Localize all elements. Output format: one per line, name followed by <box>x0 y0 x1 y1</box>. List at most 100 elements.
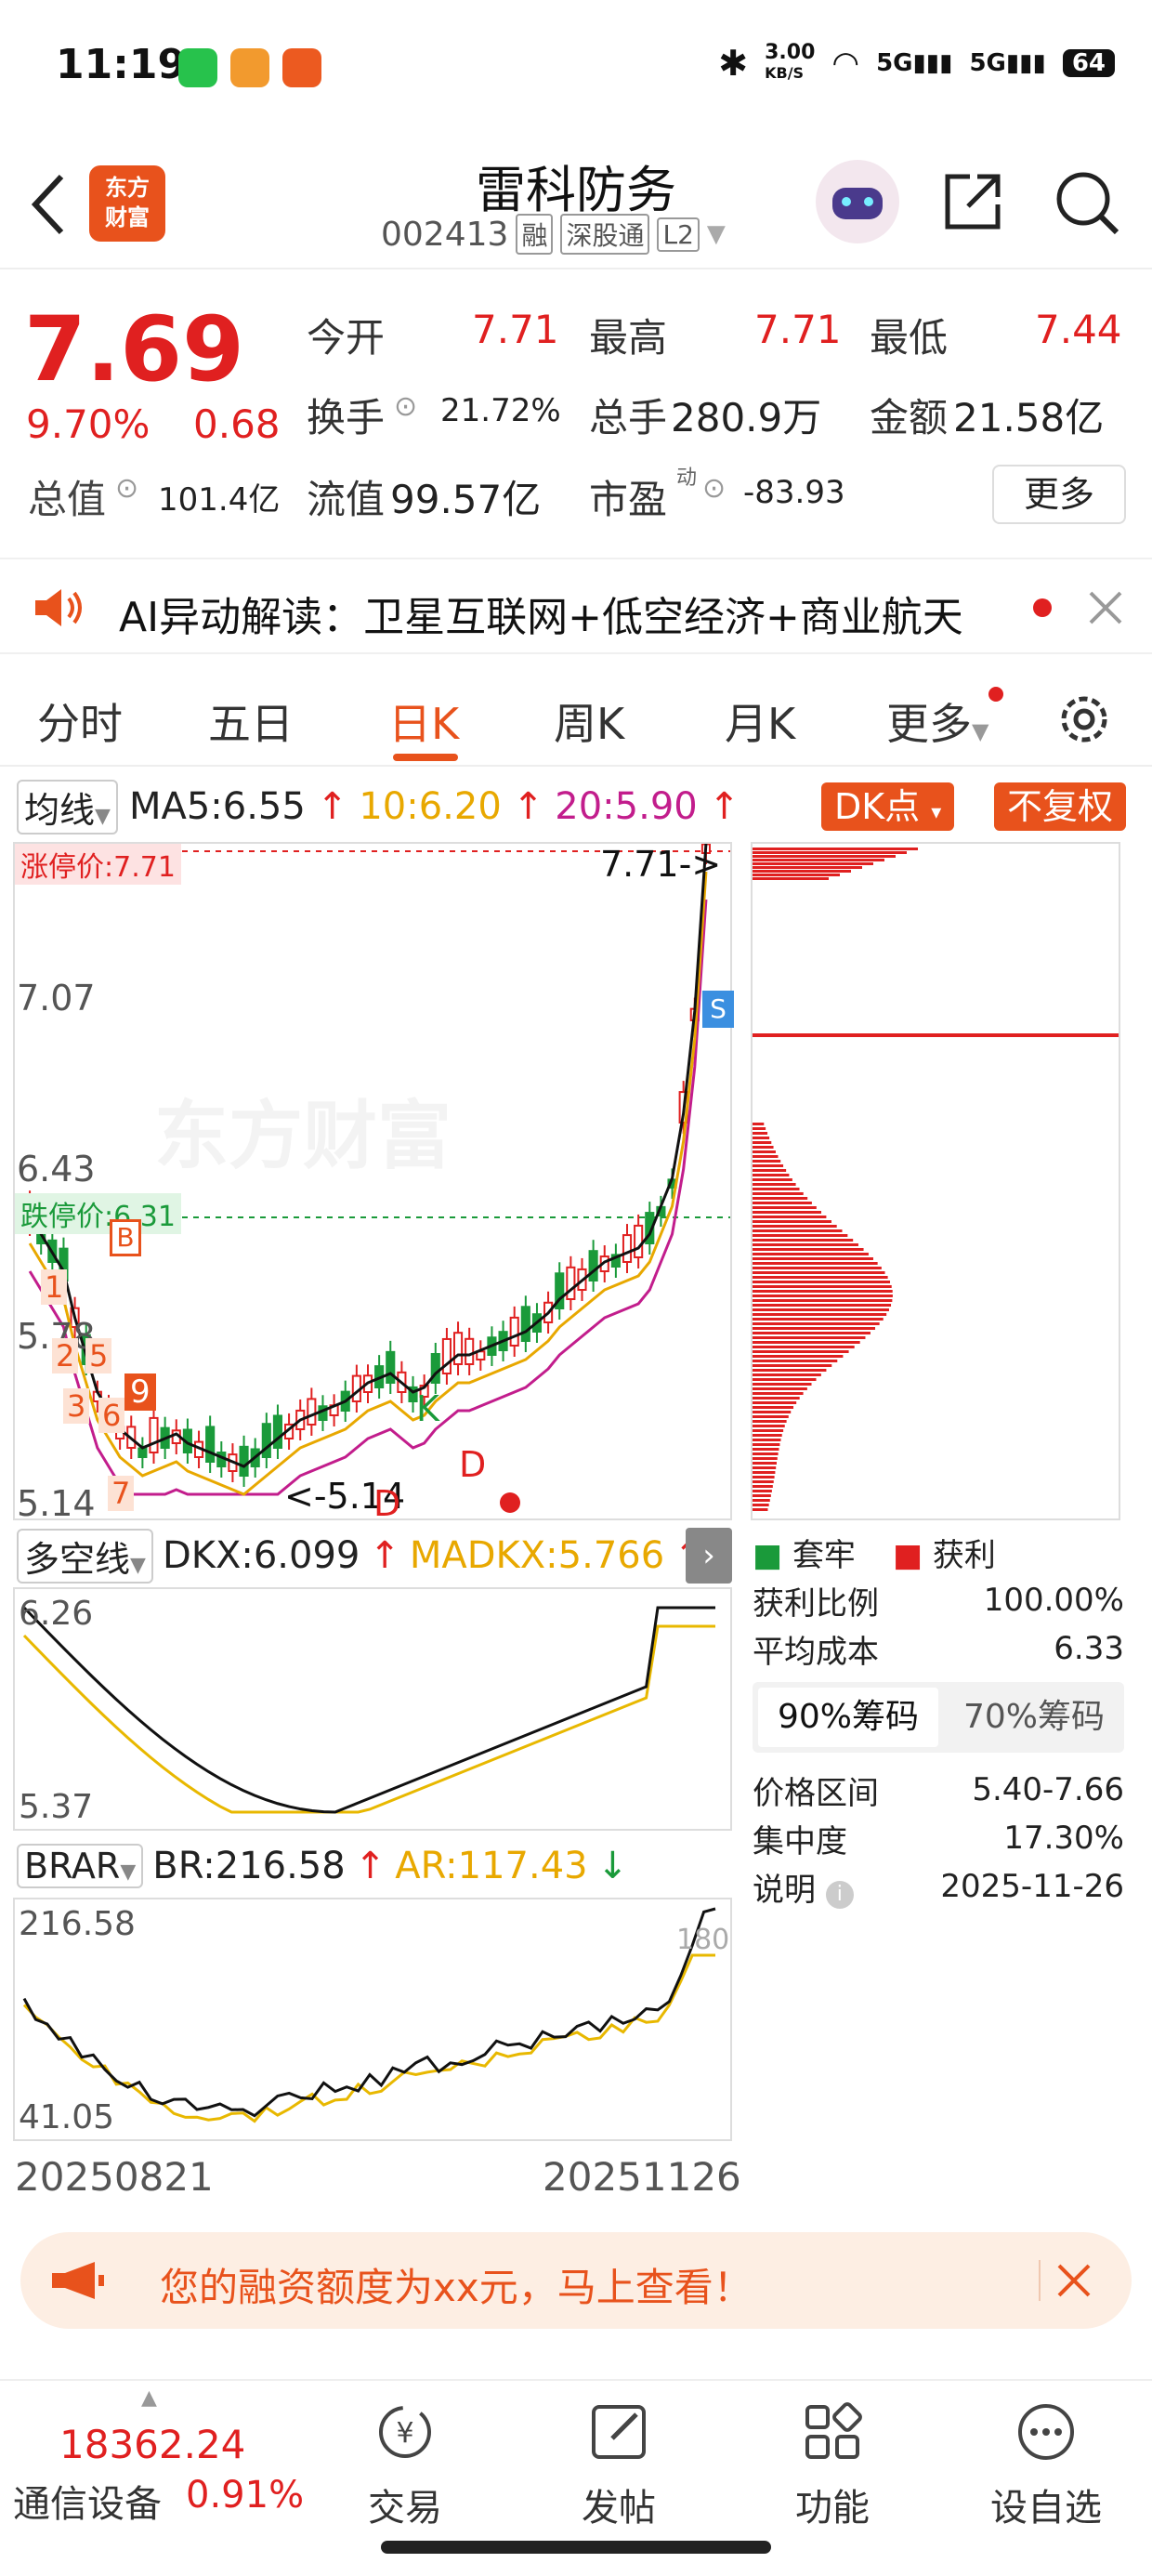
chip-distribution-chart[interactable] <box>751 842 1120 1520</box>
chip-bar <box>753 1206 817 1209</box>
candle-body <box>566 1266 576 1300</box>
ma5-value: MA5:6.55 <box>128 785 306 828</box>
nav-functions[interactable]: 功能 <box>767 2399 897 2531</box>
chip-bar <box>753 1504 769 1506</box>
sector-index-value[interactable]: 18362.24 <box>59 2422 245 2467</box>
chevron-down-icon: ▼ <box>706 220 726 248</box>
seq-marker-7: 7 <box>108 1476 135 1511</box>
expand-arrow-icon[interactable]: › <box>686 1528 732 1584</box>
tab-chip-70[interactable]: 70%筹码 <box>944 1682 1124 1753</box>
nav-post[interactable]: 发帖 <box>554 2399 684 2531</box>
dk-indicator-selector[interactable]: 多空线▼ <box>17 1528 153 1584</box>
tab-five-day[interactable]: 五日 <box>208 690 294 752</box>
candle-body <box>634 1224 644 1258</box>
tab-daily-k[interactable]: 日K <box>388 690 459 752</box>
chip-tabs: 90%筹码 70%筹码 <box>753 1682 1124 1753</box>
chip-bar <box>753 1308 889 1311</box>
kline-chart[interactable]: 东方财富 涨停价:7.71 跌停价:6.31 7.71-> <-5.14 7.0… <box>13 833 734 1524</box>
sell-marker[interactable]: S <box>702 991 734 1028</box>
adjust-button[interactable]: 不复权 <box>994 782 1127 831</box>
chip-bar <box>753 1290 893 1293</box>
chip-bar <box>753 1304 892 1307</box>
ma20-value: 20:5.90 <box>555 785 698 828</box>
chip-bar <box>753 1508 768 1511</box>
candle-body <box>588 1250 598 1282</box>
limit-down-label: 跌停价:6.31 <box>15 1193 181 1234</box>
wechat-icon <box>178 48 217 87</box>
dkx-line <box>22 1606 715 1814</box>
promo-text: 您的融资额度为xx元，马上查看！ <box>160 2265 753 2310</box>
ai-banner[interactable]: AI异动解读：卫星互联网+低空经济+商业航天 <box>0 558 1152 654</box>
price-range-value: 5.40-7.66 <box>972 1771 1124 1808</box>
tab-chip-90[interactable]: 90%筹码 <box>758 1688 938 1747</box>
candle-body <box>452 1332 464 1366</box>
sector-name[interactable]: 通信设备 <box>13 2474 162 2528</box>
turnover-value: 21.72% <box>440 392 561 429</box>
promo-banner[interactable]: 您的融资额度为xx元，马上查看！ <box>20 2232 1132 2329</box>
chip-bar <box>753 1257 873 1260</box>
seq-marker-3: 3 <box>63 1388 90 1424</box>
candle-body <box>622 1234 633 1263</box>
chip-bar <box>753 1318 884 1321</box>
share-icon[interactable] <box>938 167 1007 236</box>
edit-icon <box>592 2405 646 2459</box>
brar-indicator-selector[interactable]: BRAR▼ <box>17 1844 144 1888</box>
candle-body <box>307 1398 317 1426</box>
chip-bar <box>753 1448 779 1451</box>
close-icon[interactable] <box>1054 2260 1094 2301</box>
nav-trade[interactable]: ¥ 交易 <box>340 2399 470 2531</box>
info-icon: ⊙ <box>394 390 418 423</box>
note-label[interactable]: 说明 i <box>753 1864 854 1910</box>
chip-bar <box>753 1211 822 1214</box>
chip-bar <box>753 1253 869 1255</box>
net-speed-value: 3.00 <box>765 41 816 64</box>
chip-bar <box>753 1355 844 1358</box>
more-quote-button[interactable]: 更多 <box>992 465 1126 524</box>
tab-monthly-k[interactable]: 月K <box>725 690 795 752</box>
indicator-selector[interactable]: 均线▼ <box>17 779 118 835</box>
chevron-up-icon: ▲ <box>141 2386 157 2410</box>
tab-more[interactable]: 更多▼ <box>886 690 988 752</box>
ar-value: AR:117.43 <box>395 1845 588 1887</box>
buy-marker[interactable]: B <box>110 1219 141 1256</box>
close-icon[interactable] <box>1085 587 1126 628</box>
chip-bar <box>753 1132 768 1135</box>
app-notification-icon <box>230 48 269 87</box>
chip-bar <box>753 855 896 858</box>
chip-bar <box>753 1350 849 1353</box>
chip-bar <box>753 1271 885 1274</box>
tab-intraday[interactable]: 分时 <box>37 690 123 752</box>
settings-gear-icon[interactable] <box>1052 687 1117 752</box>
br-value: BR:216.58 <box>152 1845 346 1887</box>
period-tabs: 分时 五日 日K 周K 月K 更多▼ <box>0 664 1152 767</box>
dk-point-button[interactable]: DK点 ▾ <box>821 782 955 831</box>
signal-icon-2: 5G▮▮▮ <box>969 49 1046 77</box>
br-right-label: 180 <box>676 1924 730 1956</box>
ai-robot-icon[interactable] <box>816 160 899 243</box>
stock-code-row[interactable]: 002413 融 深股通 L2 ▼ <box>381 214 726 255</box>
ar-line <box>22 1953 715 2123</box>
back-icon[interactable] <box>24 167 71 242</box>
dk-y-bottom: 5.37 <box>19 1788 94 1826</box>
search-icon[interactable] <box>1052 167 1122 238</box>
tab-weekly-k[interactable]: 周K <box>554 690 624 752</box>
pe-value: -83.93 <box>743 474 845 511</box>
chip-bar <box>753 1471 776 1474</box>
mktcap-label: 总值 <box>28 477 107 522</box>
volume-value: 280.9万 <box>671 395 822 440</box>
megaphone-icon <box>52 2262 104 2299</box>
amount-label: 金额 <box>870 395 949 440</box>
nav-add-watchlist[interactable]: 设自选 <box>981 2399 1111 2531</box>
dkx-svg <box>22 1606 715 1814</box>
concentration-label: 集中度 <box>753 1822 847 1860</box>
brar-chart[interactable]: 216.58 41.05 180 <box>13 1898 732 2141</box>
dkx-chart[interactable]: 6.26 5.37 <box>13 1587 732 1831</box>
low-label: 最低 <box>870 315 949 361</box>
price-range-label: 价格区间 <box>753 1774 879 1812</box>
app-logo[interactable]: 东方 财富 <box>89 165 165 242</box>
chip-bar <box>753 859 884 861</box>
chip-bar <box>753 1216 827 1218</box>
wifi-icon: ◠ <box>831 45 860 82</box>
madkx-line <box>22 1624 715 1814</box>
candle-body <box>386 1350 396 1385</box>
